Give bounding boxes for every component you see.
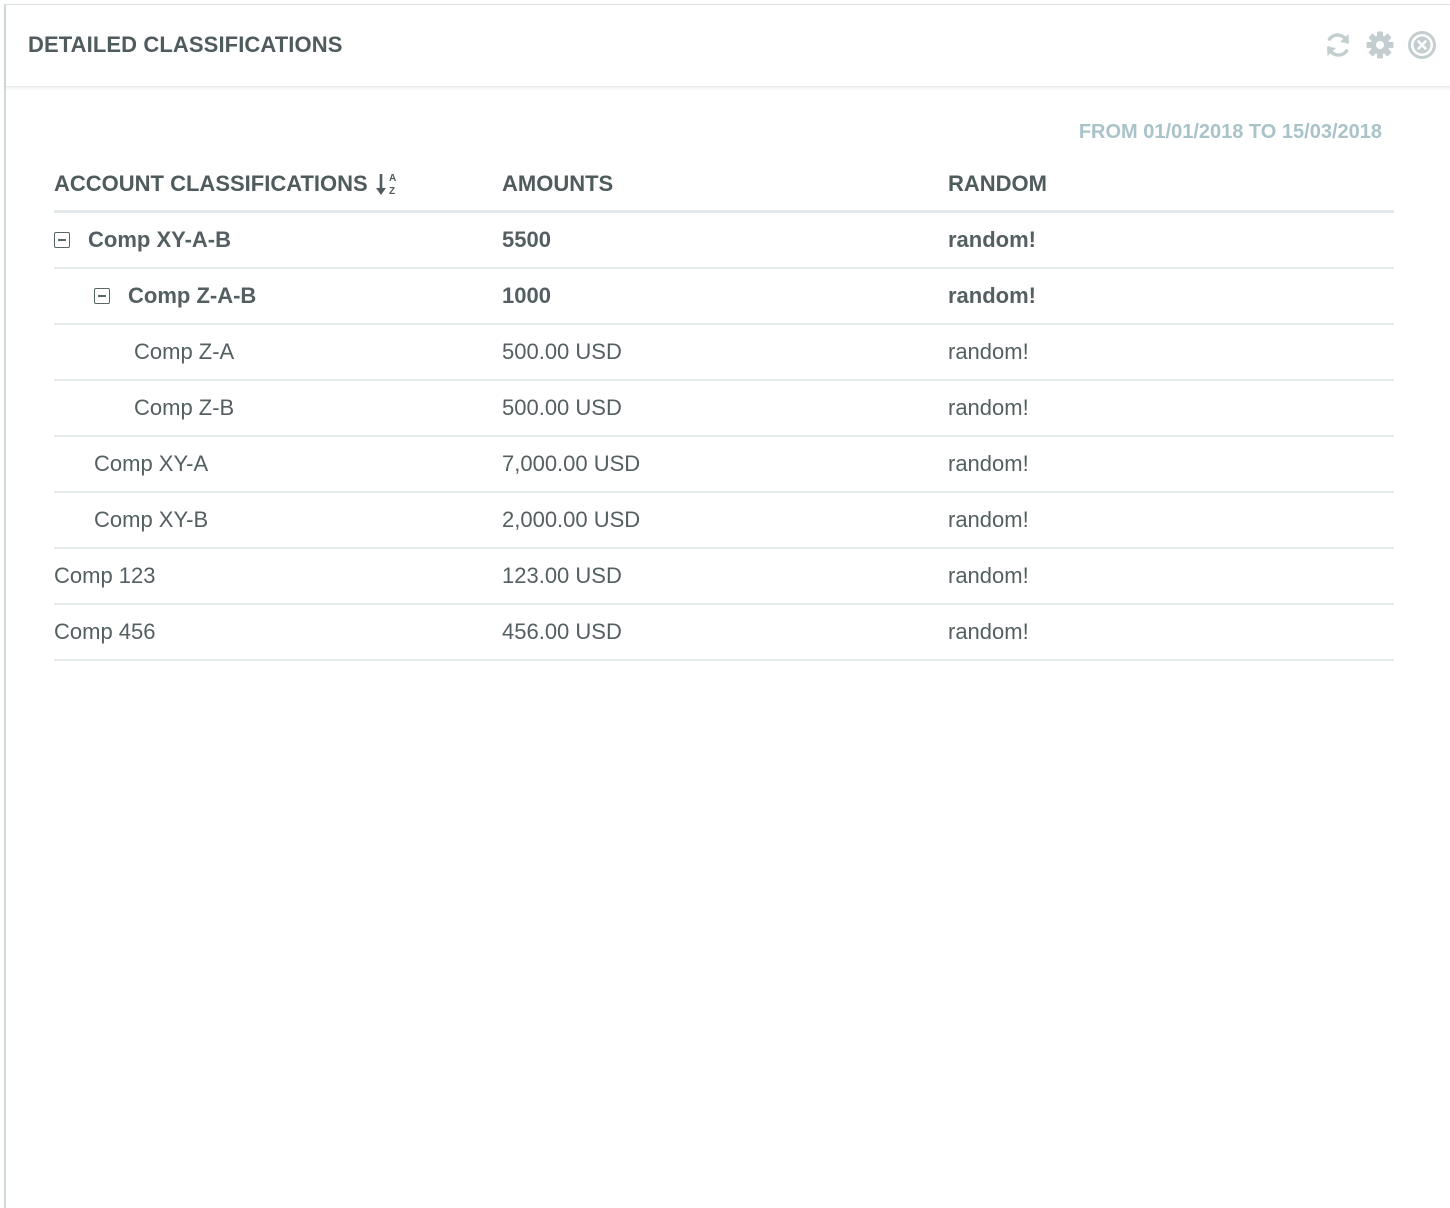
- cell-amount: 1000: [502, 283, 551, 308]
- table-row[interactable]: Comp 456 456.00 USD random!: [54, 605, 1394, 661]
- collapse-toggle-icon[interactable]: [54, 232, 70, 248]
- date-range: FROM 01/01/2018 TO 15/03/2018: [1078, 121, 1382, 143]
- classification-name: Comp XY-A-B: [88, 227, 231, 252]
- cell-amount: 456.00 USD: [502, 619, 622, 644]
- cell-random: random!: [948, 619, 1029, 644]
- header-amounts[interactable]: AMOUNTS: [502, 171, 948, 197]
- cell-random: random!: [948, 507, 1029, 532]
- table-body: Comp XY-A-B 5500 random! Comp Z-A-B 1000 rand…: [54, 213, 1394, 661]
- cell-classification: Comp XY-B: [54, 507, 502, 533]
- cell-classification: Comp XY-A-B: [54, 227, 502, 253]
- table-row[interactable]: Comp 123 123.00 USD random!: [54, 549, 1394, 605]
- table-row[interactable]: Comp Z-A 500.00 USD random!: [54, 325, 1394, 381]
- gear-icon: [1366, 31, 1394, 59]
- table-row[interactable]: Comp XY-A-B 5500 random!: [54, 213, 1394, 269]
- classification-name: Comp Z-B: [134, 395, 235, 420]
- cell-random: random!: [948, 395, 1029, 420]
- close-button[interactable]: [1406, 29, 1438, 61]
- header-account-classifications-label: ACCOUNT CLASSIFICATIONS: [54, 170, 368, 196]
- classifications-widget: DETAILED CLASSIFICATIONS FROM 01/01/2018…: [4, 4, 1450, 1208]
- table-row[interactable]: Comp Z-B 500.00 USD random!: [54, 381, 1394, 437]
- cell-random: random!: [948, 451, 1029, 476]
- refresh-button[interactable]: [1322, 29, 1354, 61]
- cell-amount: 2,000.00 USD: [502, 507, 641, 532]
- sort-alpha-asc-icon[interactable]: A Z: [375, 170, 400, 198]
- cell-classification: Comp Z-B: [54, 395, 502, 421]
- header-account-classifications[interactable]: ACCOUNT CLASSIFICATIONS A Z: [54, 170, 502, 198]
- cell-amount: 500.00 USD: [502, 395, 622, 420]
- classification-name: Comp Z-A: [134, 339, 235, 364]
- cell-random: random!: [948, 227, 1036, 252]
- classification-name: Comp Z-A-B: [128, 283, 257, 308]
- svg-text:Z: Z: [389, 186, 395, 197]
- table-row[interactable]: Comp XY-B 2,000.00 USD random!: [54, 493, 1394, 549]
- close-icon: [1408, 31, 1436, 59]
- cell-random: random!: [948, 563, 1029, 588]
- cell-amount: 500.00 USD: [502, 339, 622, 364]
- widget-title: DETAILED CLASSIFICATIONS: [28, 32, 343, 57]
- cell-classification: Comp XY-A: [54, 451, 502, 477]
- settings-button[interactable]: [1364, 29, 1396, 61]
- refresh-icon: [1327, 33, 1349, 57]
- classification-name: Comp XY-A: [94, 451, 209, 476]
- classifications-table: ACCOUNT CLASSIFICATIONS A Z AMOUNTS RAND…: [54, 157, 1394, 661]
- classification-name: Comp XY-B: [94, 507, 209, 532]
- classification-name: Comp 456: [54, 619, 156, 644]
- collapse-toggle-icon[interactable]: [94, 288, 110, 304]
- widget-header: DETAILED CLASSIFICATIONS: [6, 5, 1450, 87]
- cell-classification: Comp Z-A: [54, 339, 502, 365]
- cell-classification: Comp Z-A-B: [54, 283, 502, 309]
- table-header: ACCOUNT CLASSIFICATIONS A Z AMOUNTS RAND…: [54, 157, 1394, 213]
- cell-random: random!: [948, 283, 1036, 308]
- cell-amount: 7,000.00 USD: [502, 451, 641, 476]
- cell-classification: Comp 456: [54, 619, 502, 645]
- svg-text:A: A: [389, 173, 396, 184]
- table-row[interactable]: Comp XY-A 7,000.00 USD random!: [54, 437, 1394, 493]
- header-tools: [1322, 29, 1438, 61]
- cell-classification: Comp 123: [54, 563, 502, 589]
- cell-amount: 5500: [502, 227, 551, 252]
- header-random[interactable]: RANDOM: [948, 171, 1394, 197]
- classification-name: Comp 123: [54, 563, 156, 588]
- table-row[interactable]: Comp Z-A-B 1000 random!: [54, 269, 1394, 325]
- cell-amount: 123.00 USD: [502, 563, 622, 588]
- cell-random: random!: [948, 339, 1029, 364]
